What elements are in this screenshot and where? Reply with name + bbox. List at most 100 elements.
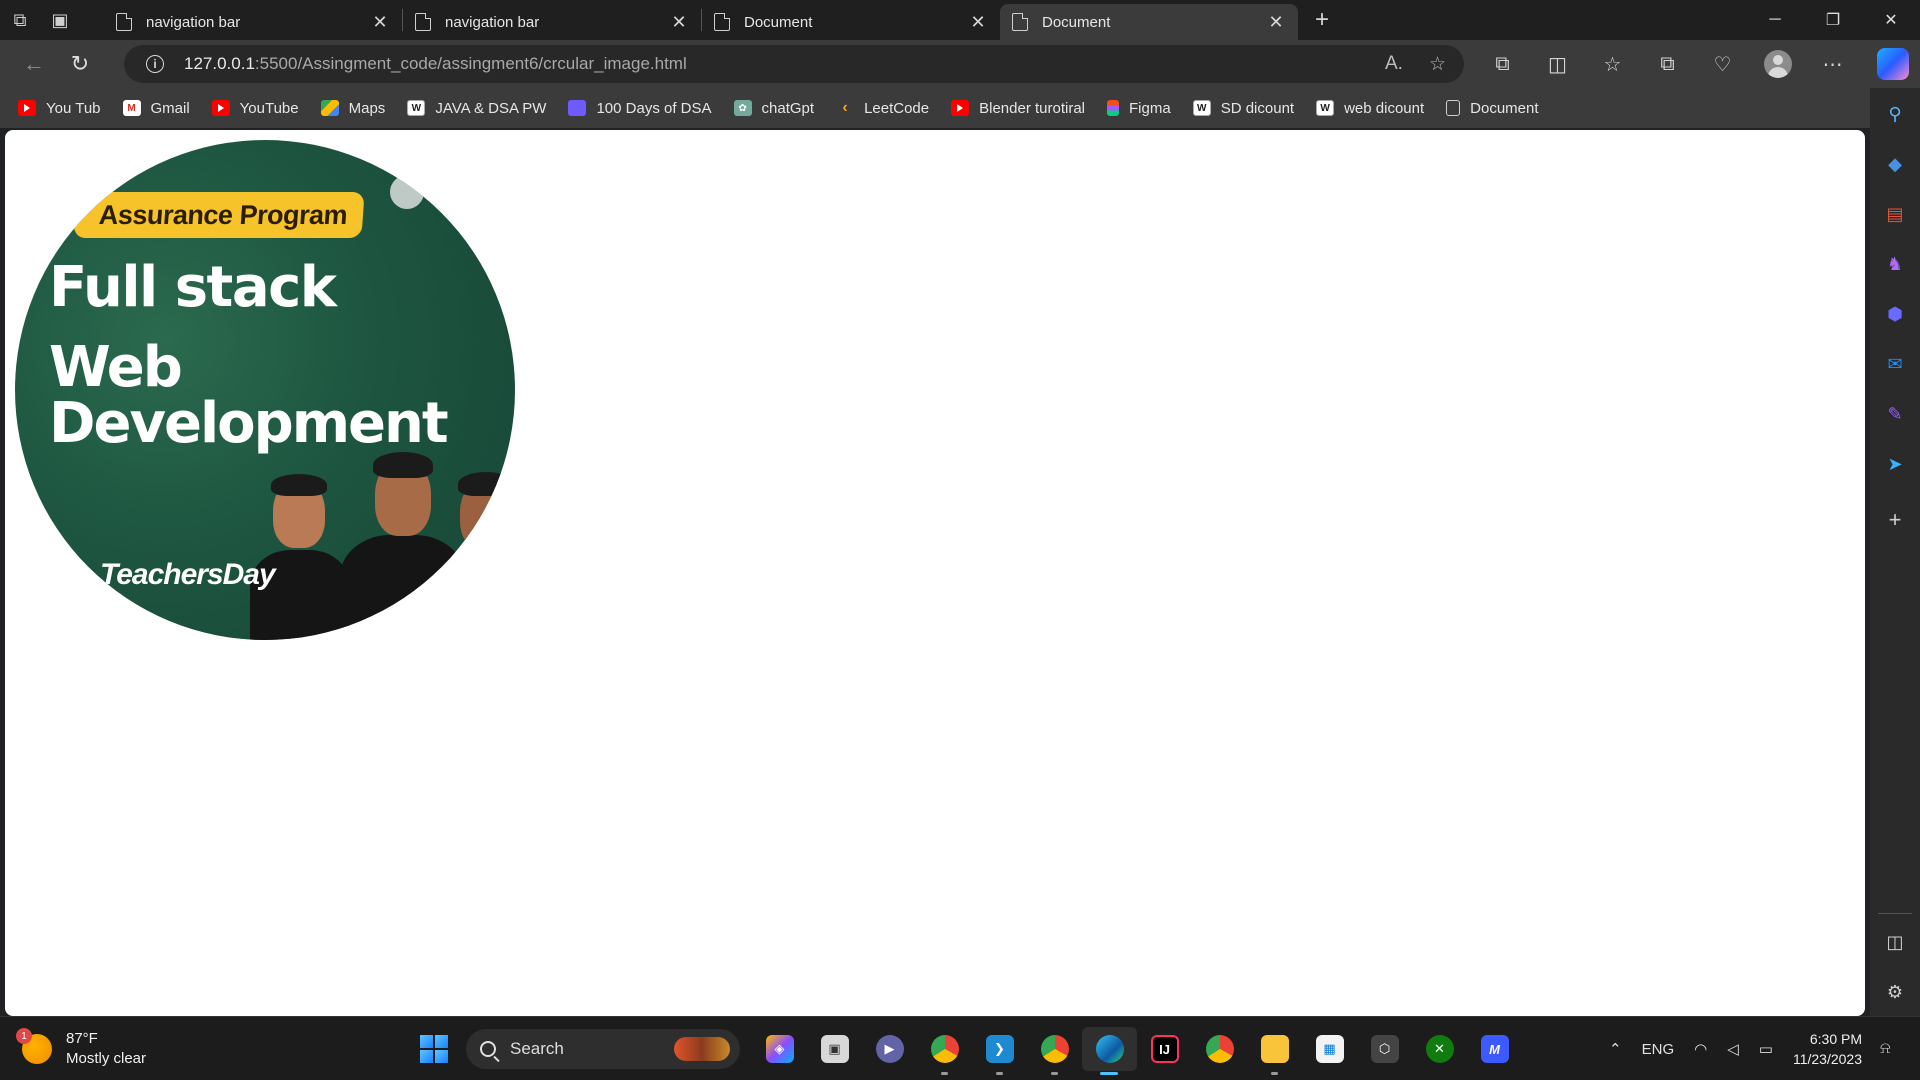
page-icon [116, 13, 132, 31]
taskbar-app-blue[interactable]: M [1467, 1027, 1522, 1071]
taskbar-store[interactable]: ▦ [1302, 1027, 1357, 1071]
wifi-icon[interactable]: ◠ [1694, 1040, 1707, 1058]
more-options-icon[interactable]: ⋯ [1805, 40, 1860, 88]
split-screen-icon[interactable]: ◫ [1530, 40, 1585, 88]
xbox-icon: ✕ [1425, 1035, 1454, 1063]
calendar-icon [568, 100, 587, 116]
collections-icon[interactable]: ⧉ [1640, 40, 1695, 88]
bookmark-chatgpt[interactable]: ✿ chatGpt [733, 99, 815, 117]
chevron-up-icon[interactable]: ⌃ [1609, 1040, 1622, 1058]
bookmark-you-tub[interactable]: You Tub [18, 100, 101, 117]
favorite-star-icon[interactable]: ☆ [1429, 53, 1446, 76]
sidebar-settings-icon[interactable]: ⚙ [1881, 978, 1909, 1006]
bookmark-label: Maps [348, 99, 386, 117]
circular-image: Assurance Program Full stack Web Develop… [15, 140, 515, 640]
clock[interactable]: 6:30 PM 11/23/2023 [1793, 1029, 1862, 1069]
favorites-icon[interactable]: ☆ [1585, 40, 1640, 88]
close-icon[interactable]: ✕ [669, 12, 689, 33]
bookmark-label: Figma [1129, 99, 1171, 117]
sidebar-send-icon[interactable]: ➤ [1881, 450, 1909, 478]
start-tile [435, 1050, 448, 1063]
site-info-icon[interactable]: i [146, 55, 164, 73]
language-indicator[interactable]: ENG [1642, 1041, 1675, 1058]
volume-icon[interactable]: ◁ [1727, 1040, 1739, 1058]
url-text[interactable]: 127.0.0.1:5500/Assingment_code/assingmen… [184, 54, 687, 74]
back-button[interactable]: ← [12, 44, 56, 84]
bookmark-100-days[interactable]: 100 Days of DSA [568, 100, 712, 117]
close-icon[interactable]: ✕ [1266, 12, 1286, 33]
taskbar-task-view[interactable]: ▣ [807, 1027, 862, 1071]
windows-taskbar: 1 87°F Mostly clear Search ◈ ▣ ▶ ❯ IJ ▦ … [0, 1016, 1920, 1080]
taskbar-unity[interactable]: ⬡ [1357, 1027, 1412, 1071]
sidebar-designer-icon[interactable]: ✎ [1881, 400, 1909, 428]
bookmarks-bar: You Tub M Gmail YouTube Maps W JAVA & DSA … [0, 88, 1878, 128]
bookmark-maps[interactable]: Maps [320, 99, 386, 117]
sidebar-hide-icon[interactable]: ◫ [1881, 928, 1909, 956]
taskbar-vscode[interactable]: ❯ [972, 1027, 1027, 1075]
taskbar-xbox[interactable]: ✕ [1412, 1027, 1467, 1071]
running-indicator [1271, 1072, 1278, 1075]
bookmark-label: chatGpt [761, 99, 815, 117]
taskbar-chrome-profile[interactable] [917, 1027, 972, 1075]
bookmark-label: Blender turotiral [979, 99, 1086, 117]
url-path: :5500/Assingment_code/assingment6/crcula… [254, 54, 687, 73]
read-aloud-icon[interactable]: A. [1385, 53, 1403, 75]
taskbar-intellij[interactable]: IJ [1137, 1027, 1192, 1071]
taskbar-teams-chat[interactable]: ▶ [862, 1027, 917, 1071]
taskbar-search[interactable]: Search [466, 1029, 740, 1069]
bookmark-label: Document [1470, 99, 1539, 117]
tab-document-1[interactable]: Document ✕ [702, 4, 1000, 40]
bookmark-leetcode[interactable]: ‹ LeetCode [836, 99, 929, 117]
tab-document-active[interactable]: Document ✕ [1000, 4, 1298, 40]
minimize-icon[interactable]: ─ [1746, 0, 1804, 40]
sidebar-copilot-icon[interactable]: ⬢ [1881, 300, 1909, 328]
sidebar-search-icon[interactable]: ⚲ [1881, 100, 1909, 128]
sidebar-outlook-icon[interactable]: ✉ [1881, 350, 1909, 378]
bookmark-figma[interactable]: Figma [1107, 100, 1171, 117]
intellij-icon: IJ [1150, 1035, 1179, 1063]
bookmark-sd-dicount[interactable]: W SD dicount [1192, 100, 1294, 117]
browser-essentials-icon[interactable]: ♡ [1695, 40, 1750, 88]
taskbar-edge[interactable] [1082, 1027, 1137, 1075]
battery-icon[interactable]: ▭ [1759, 1040, 1773, 1058]
profile-button[interactable] [1750, 40, 1805, 88]
close-icon[interactable]: ✕ [968, 12, 988, 33]
close-window-icon[interactable]: ✕ [1862, 0, 1920, 40]
toolbar-icons: ⧉ ◫ ☆ ⧉ ♡ ⋯ [1475, 40, 1860, 88]
new-tab-button[interactable]: + [1302, 6, 1342, 34]
bookmark-blender[interactable]: Blender turotiral [951, 100, 1085, 117]
restore-icon[interactable]: ❐ [1804, 0, 1862, 40]
youtube-icon [18, 100, 36, 116]
edge-icon [1095, 1035, 1124, 1063]
taskbar-file-explorer[interactable] [1247, 1027, 1302, 1075]
tab-actions-icon[interactable]: ▣ [40, 0, 80, 40]
workspaces-icon[interactable]: ⧉ [0, 0, 40, 40]
bookmark-gmail[interactable]: M Gmail [122, 100, 190, 117]
sidebar-games-icon[interactable]: ♞ [1881, 250, 1909, 278]
tab-navigation-bar-2[interactable]: navigation bar ✕ [403, 4, 701, 40]
taskbar-chrome-2[interactable] [1027, 1027, 1082, 1075]
tab-navigation-bar-1[interactable]: navigation bar ✕ [104, 4, 402, 40]
refresh-button[interactable]: ↻ [58, 44, 102, 84]
sidebar-tools-icon[interactable]: ▤ [1881, 200, 1909, 228]
bookmark-java-dsa[interactable]: W JAVA & DSA PW [407, 100, 546, 117]
web-page-content: Assurance Program Full stack Web Develop… [5, 130, 1865, 1016]
page-icon [415, 13, 431, 31]
notification-bell-icon[interactable]: ⍾ [1880, 1040, 1910, 1058]
copilot-icon[interactable] [1877, 48, 1909, 80]
start-button[interactable] [420, 1035, 448, 1063]
bookmark-web-dicount[interactable]: Wweb dicount [1316, 100, 1424, 117]
bookmark-youtube[interactable]: YouTube [211, 100, 299, 117]
folder-icon [1260, 1035, 1289, 1063]
taskbar-chrome-3[interactable] [1192, 1027, 1247, 1071]
weather-widget[interactable]: 1 87°F Mostly clear [16, 1028, 146, 1069]
address-bar[interactable]: i 127.0.0.1:5500/Assingment_code/assingm… [124, 45, 1464, 83]
sidebar-add-icon[interactable]: + [1881, 506, 1909, 534]
sidebar-shopping-icon[interactable]: ◆ [1881, 150, 1909, 178]
taskbar-copilot-pre[interactable]: ◈ [752, 1027, 807, 1071]
temperature: 87°F [66, 1030, 98, 1047]
bookmark-document[interactable]: Document [1446, 99, 1539, 117]
avatar [1763, 50, 1792, 78]
extensions-icon[interactable]: ⧉ [1475, 40, 1530, 88]
close-icon[interactable]: ✕ [370, 12, 390, 33]
